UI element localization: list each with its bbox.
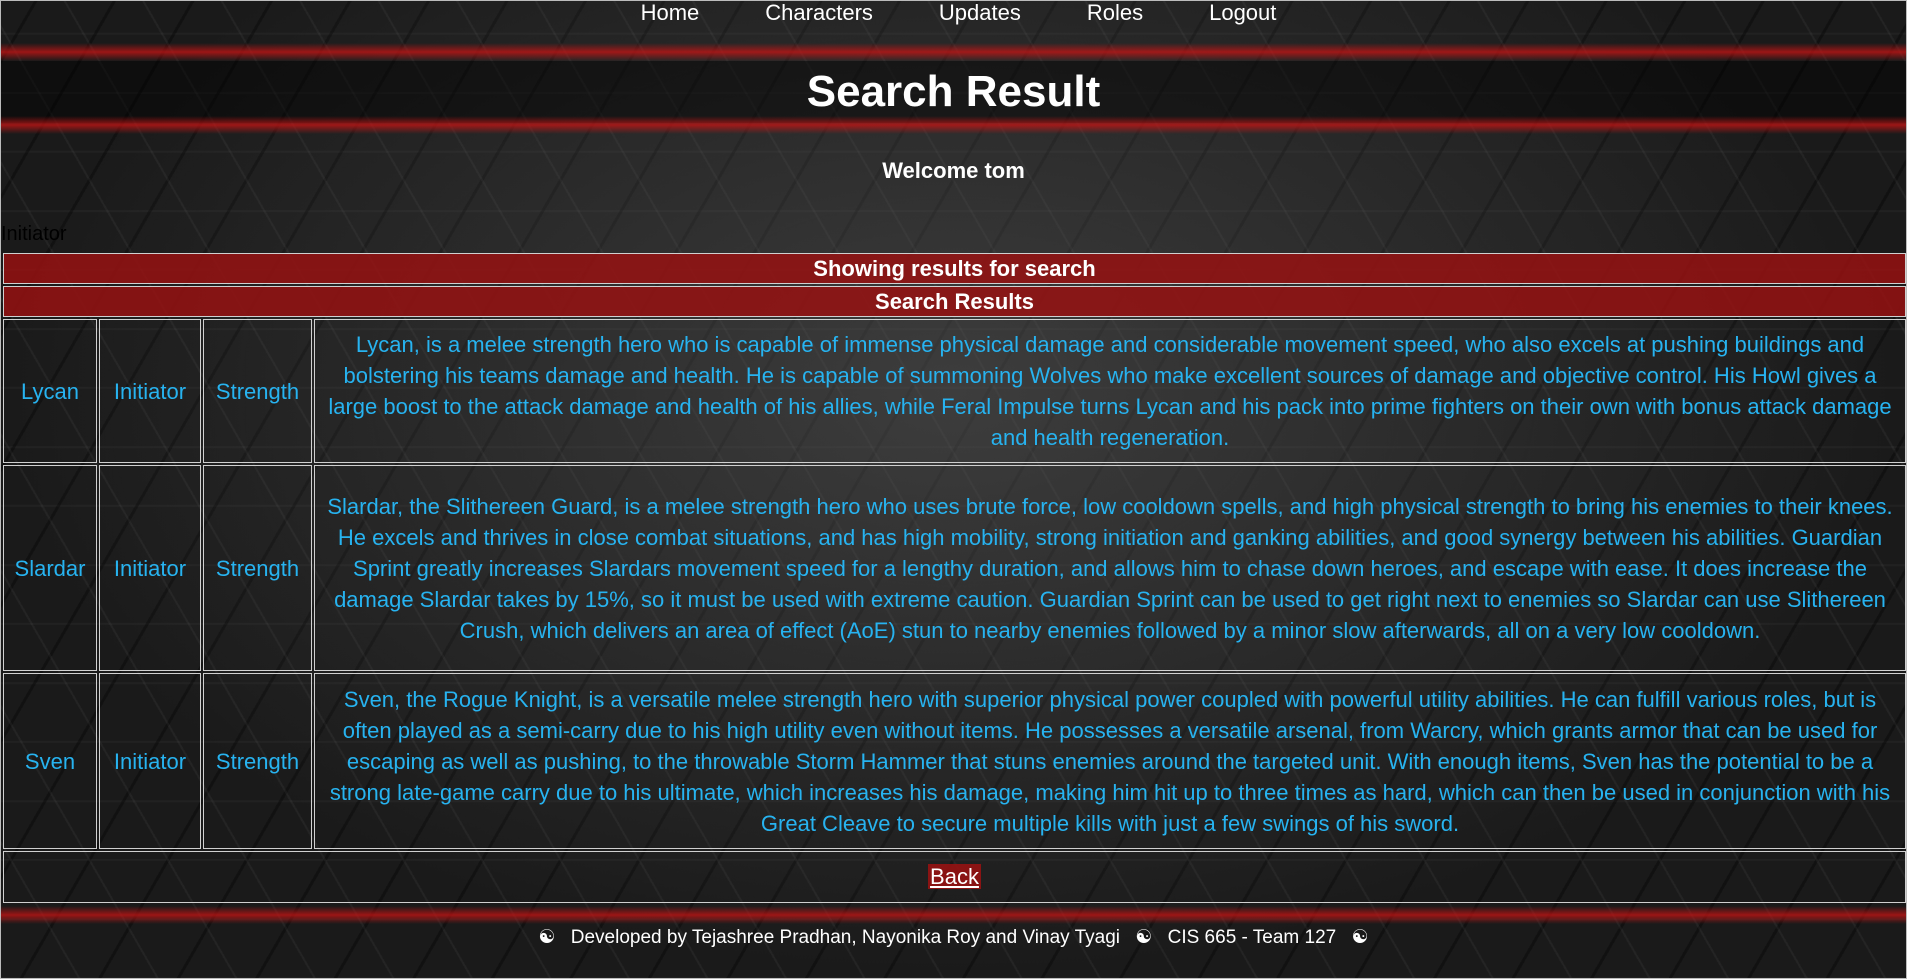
nav-characters-link[interactable]: Characters: [765, 1, 873, 27]
back-cell: Back: [3, 851, 1906, 903]
yin-yang-icon: ☯: [1351, 927, 1369, 948]
divider: [1, 906, 1906, 924]
hero-attribute-cell: Strength: [203, 319, 312, 463]
page: Home Characters Updates Roles Logout Sea…: [0, 0, 1907, 979]
hero-role-cell: Initiator: [99, 673, 201, 849]
hero-role-cell: Initiator: [99, 319, 201, 463]
hero-attribute-cell: Strength: [203, 465, 312, 671]
divider: [1, 43, 1906, 61]
nav-updates-link[interactable]: Updates: [939, 1, 1021, 27]
table-header-row: Showing results for search: [3, 253, 1906, 284]
page-title: Search Result: [806, 67, 1101, 116]
search-term: Initiator: [1, 223, 67, 245]
table-row: Lycan Initiator Strength Lycan, is a mel…: [3, 319, 1906, 463]
results-table: Showing results for search Search Result…: [1, 251, 1907, 905]
footer: ☯ Developed by Tejashree Pradhan, Nayoni…: [1, 926, 1906, 949]
footer-developers: Developed by Tejashree Pradhan, Nayonika…: [570, 927, 1120, 948]
nav-home-link[interactable]: Home: [641, 1, 700, 27]
table-header-row: Search Results: [3, 286, 1906, 317]
top-nav: Home Characters Updates Roles Logout: [1, 1, 1906, 27]
hero-description-cell: Lycan, is a melee strength hero who is c…: [314, 319, 1906, 463]
table-row: Sven Initiator Strength Sven, the Rogue …: [3, 673, 1906, 849]
hero-description-cell: Sven, the Rogue Knight, is a versatile m…: [314, 673, 1906, 849]
nav-roles-link[interactable]: Roles: [1087, 1, 1143, 27]
yin-yang-icon: ☯: [538, 927, 556, 948]
nav-logout-link[interactable]: Logout: [1209, 1, 1276, 27]
footer-course: CIS 665 - Team 127: [1167, 927, 1337, 948]
search-results-header: Search Results: [3, 286, 1906, 317]
table-row: Slardar Initiator Strength Slardar, the …: [3, 465, 1906, 671]
hero-attribute-cell: Strength: [203, 673, 312, 849]
hero-description-cell: Slardar, the Slithereen Guard, is a mele…: [314, 465, 1906, 671]
back-link[interactable]: Back: [928, 864, 981, 889]
welcome-message: Welcome tom: [882, 158, 1025, 183]
hero-name-cell: Lycan: [3, 319, 97, 463]
back-row: Back: [3, 851, 1906, 903]
hero-role-cell: Initiator: [99, 465, 201, 671]
results-for-search-header: Showing results for search: [3, 253, 1906, 284]
hero-name-cell: Slardar: [3, 465, 97, 671]
yin-yang-icon: ☯: [1135, 927, 1153, 948]
hero-name-cell: Sven: [3, 673, 97, 849]
